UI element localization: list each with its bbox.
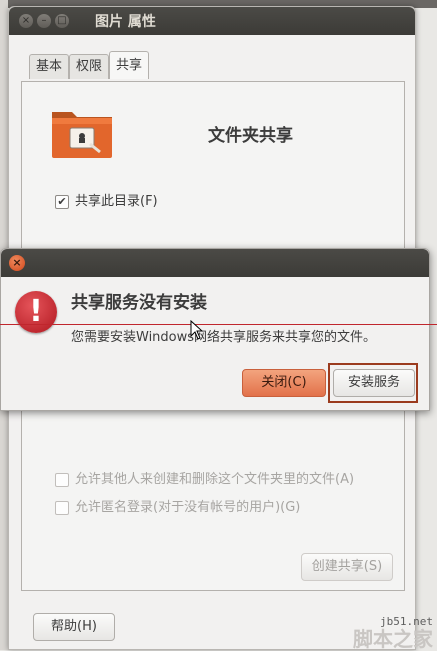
allow-others-label: 允许其他人来创建和删除这个文件夹里的文件(A) — [75, 472, 355, 487]
dialog-close-icon[interactable]: × — [9, 255, 25, 271]
error-icon: ! — [15, 291, 57, 333]
window-maximize-icon[interactable]: □ — [55, 14, 69, 28]
tab-basic[interactable]: 基本 — [29, 54, 70, 79]
shared-folder-icon — [52, 112, 112, 158]
create-share-button[interactable]: 创建共享(S) — [301, 553, 393, 581]
allow-others-checkbox-row[interactable]: 允许其他人来创建和删除这个文件夹里的文件(A) — [55, 468, 354, 487]
mouse-cursor-icon — [190, 320, 204, 340]
window-minimize-icon[interactable]: – — [37, 14, 51, 28]
watermark: jb51.net 脚本之家 — [353, 615, 433, 650]
dialog-heading: 共享服务没有安装 — [71, 293, 207, 313]
share-heading: 文件夹共享 — [208, 126, 293, 146]
tab-permissions[interactable]: 权限 — [69, 54, 110, 79]
guest-access-checkbox-row[interactable]: 允许匿名登录(对于没有帐号的用户)(G) — [55, 496, 300, 515]
share-folder-label: 共享此目录(F) — [75, 194, 158, 209]
tab-bar: 基本 权限 共享 — [29, 51, 150, 79]
annotation-line — [0, 324, 437, 325]
service-not-installed-dialog: × ! 共享服务没有安装 您需要安装Windows网络共享服务来共享您的文件。 … — [0, 248, 430, 411]
guest-access-checkbox[interactable] — [55, 500, 69, 515]
window-close-icon[interactable]: × — [19, 14, 33, 28]
window-titlebar[interactable]: × – □ 图片 属性 — [9, 7, 415, 35]
help-button[interactable]: 帮助(H) — [33, 613, 115, 641]
dialog-titlebar[interactable]: × — [1, 249, 429, 277]
share-folder-checkbox-row[interactable]: ✔ 共享此目录(F) — [55, 190, 158, 209]
close-button[interactable]: 关闭(C) — [242, 369, 326, 397]
share-folder-checkbox[interactable]: ✔ — [55, 194, 69, 209]
dialog-message: 您需要安装Windows网络共享服务来共享您的文件。 — [71, 330, 377, 345]
guest-access-label: 允许匿名登录(对于没有帐号的用户)(G) — [75, 500, 301, 515]
window-title: 图片 属性 — [95, 14, 156, 30]
install-service-button[interactable]: 安装服务 — [333, 369, 415, 397]
watermark-name: 脚本之家 — [353, 627, 433, 651]
allow-others-checkbox[interactable] — [55, 472, 69, 487]
tab-sharing[interactable]: 共享 — [109, 51, 150, 79]
